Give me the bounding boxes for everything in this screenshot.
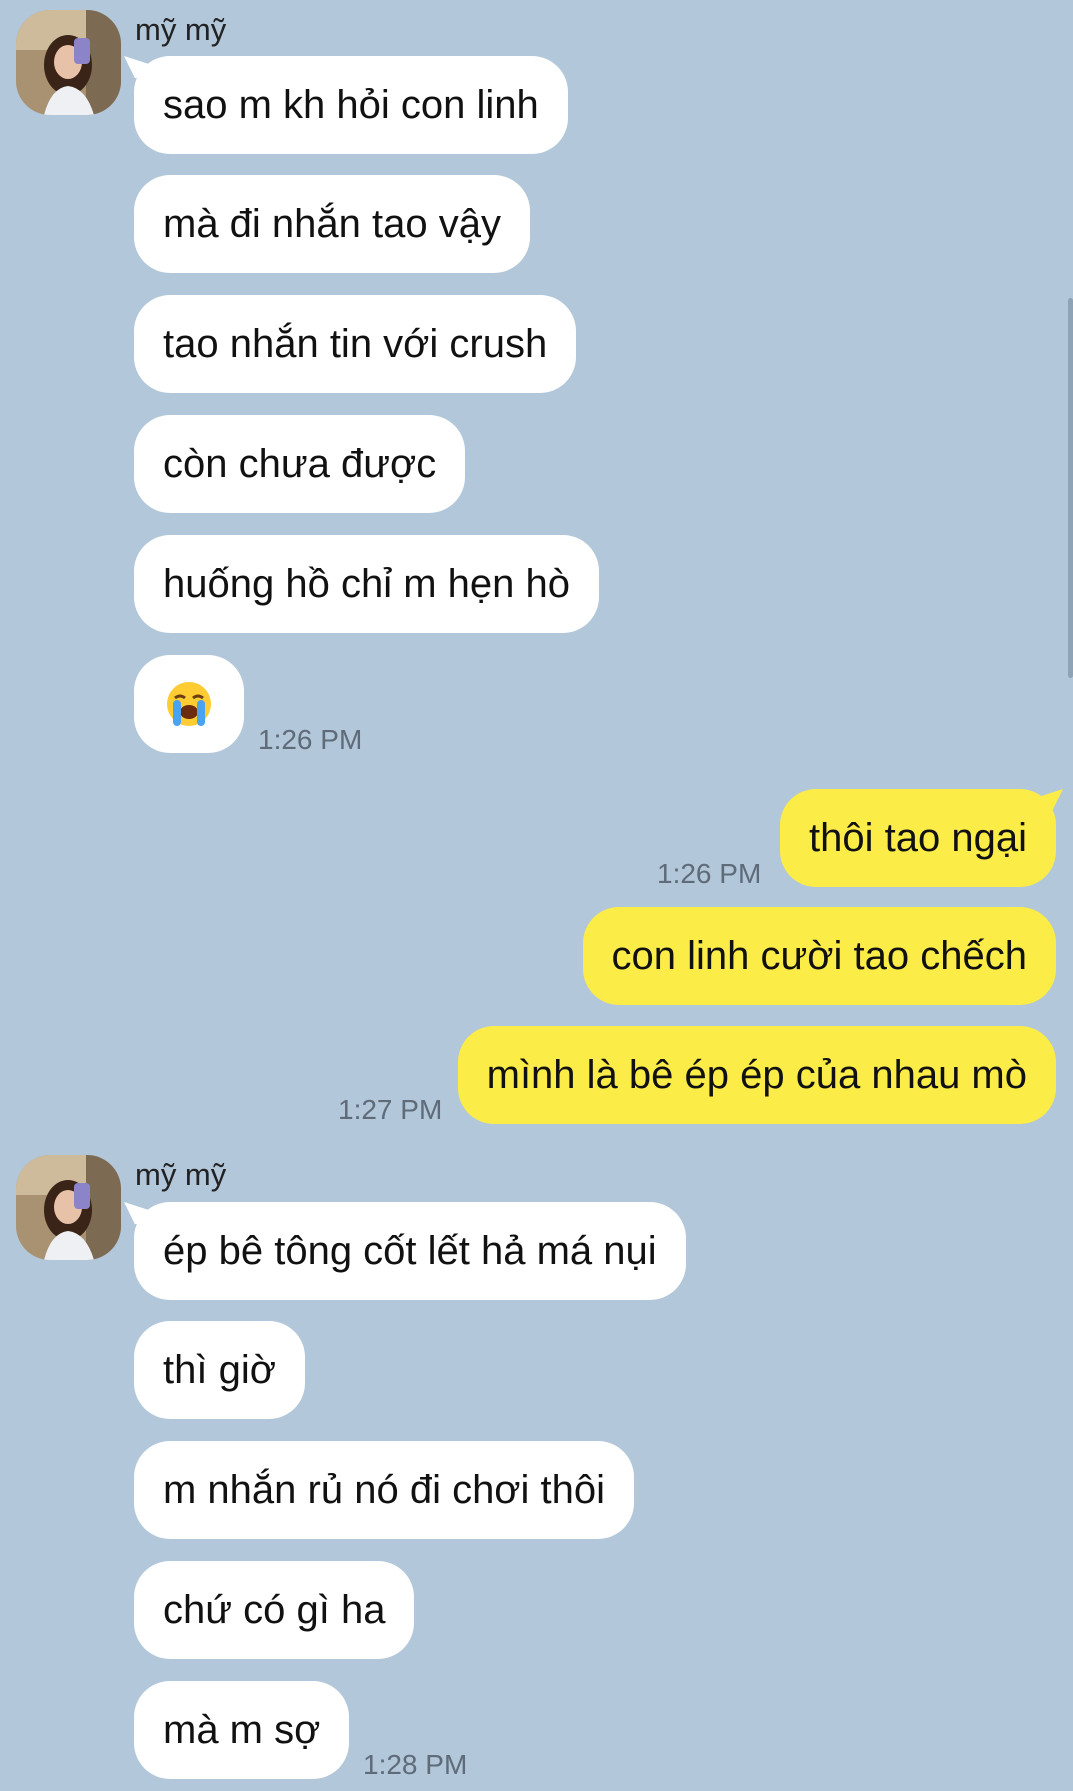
message-bubble[interactable]: thôi tao ngại (780, 789, 1056, 887)
message-bubble[interactable]: chứ có gì ha (134, 1561, 415, 1659)
message-bubble[interactable]: huống hồ chỉ m hẹn hò (134, 535, 599, 633)
message-bubble[interactable]: mà đi nhắn tao vậy (134, 175, 530, 273)
sender-name: mỹ mỹ (135, 1157, 227, 1192)
timestamp: 1:27 PM (338, 1094, 443, 1125)
message-bubble[interactable]: tao nhắn tin với crush (134, 295, 577, 393)
contact-avatar[interactable] (16, 10, 121, 115)
message-bubble[interactable]: thì giờ (134, 1321, 305, 1419)
timestamp: 1:26 PM (657, 858, 762, 889)
scrollbar[interactable] (1068, 298, 1073, 678)
contact-avatar[interactable] (16, 1155, 121, 1260)
loudly-crying-face-icon (167, 682, 211, 726)
timestamp: 1:28 PM (363, 1749, 468, 1780)
sender-name: mỹ mỹ (135, 12, 227, 47)
message-bubble[interactable]: sao m kh hỏi con linh (134, 56, 568, 154)
message-bubble[interactable]: ép bê tông cốt lết hả má nụi (134, 1202, 686, 1300)
message-bubble[interactable]: m nhắn rủ nó đi chơi thôi (134, 1441, 635, 1539)
emoji-message-bubble[interactable] (134, 655, 244, 753)
message-bubble[interactable]: mình là bê ép ép của nhau mò (457, 1026, 1056, 1124)
message-bubble[interactable]: con linh cười tao chếch (582, 907, 1056, 1005)
message-bubble[interactable]: mà m sợ (134, 1681, 350, 1779)
message-bubble[interactable]: còn chưa được (134, 415, 466, 513)
timestamp: 1:26 PM (258, 724, 363, 755)
